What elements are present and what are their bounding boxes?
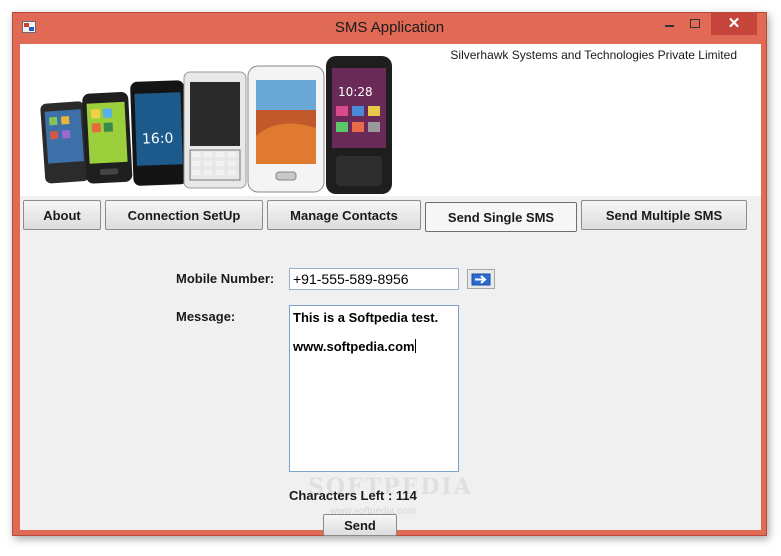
tab-about[interactable]: About (23, 200, 101, 230)
arrow-right-icon (471, 273, 491, 285)
message-line-1: This is a Softpedia test. (293, 310, 439, 325)
window-title: SMS Application (334, 19, 445, 36)
close-button[interactable]: ✕ (711, 13, 757, 35)
mobile-number-label: Mobile Number: (176, 271, 275, 286)
characters-left: Characters Left : 114 (289, 488, 417, 503)
title-bar[interactable]: SMS Application ✕ (13, 13, 766, 43)
maximize-button[interactable] (682, 13, 708, 35)
tab-connection-setup[interactable]: Connection SetUp (105, 200, 263, 230)
minimize-button[interactable] (656, 13, 682, 35)
message-line-2-text: www.softpedia.com (293, 339, 415, 354)
tab-bar: About Connection SetUp Manage Contacts S… (20, 200, 761, 232)
company-name: Silverhawk Systems and Technologies Priv… (450, 48, 737, 62)
send-button[interactable]: Send (323, 514, 397, 536)
maximize-icon (690, 19, 700, 29)
client-area: Silverhawk Systems and Technologies Priv… (20, 44, 761, 536)
phone-4 (183, 71, 247, 189)
lookup-contact-button[interactable] (467, 269, 495, 289)
phones-banner-image: 16:0 10:28 (40, 56, 392, 194)
app-window: SMS Application ✕ Silverhawk Systems and… (12, 12, 767, 536)
tab-manage-contacts[interactable]: Manage Contacts (267, 200, 421, 230)
message-label: Message: (176, 309, 236, 324)
phone-2 (82, 91, 133, 184)
text-caret (414, 339, 416, 353)
phone-5 (247, 65, 325, 193)
phone-3-clock: 16:0 (142, 131, 174, 148)
message-line-2: www.softpedia.com (293, 339, 455, 354)
phone-6-clock: 10:28 (338, 85, 373, 99)
close-icon: ✕ (727, 15, 741, 32)
message-input[interactable]: This is a Softpedia test. www.softpedia.… (289, 305, 459, 472)
phone-3: 16:0 (130, 80, 188, 186)
banner: Silverhawk Systems and Technologies Priv… (20, 44, 761, 196)
tab-send-single-sms[interactable]: Send Single SMS (425, 202, 577, 232)
phone-6: 10:28 (326, 56, 392, 194)
mobile-number-input[interactable] (289, 268, 459, 290)
phone-1 (40, 101, 90, 184)
tab-send-multiple-sms[interactable]: Send Multiple SMS (581, 200, 747, 230)
minimize-icon (664, 24, 674, 27)
